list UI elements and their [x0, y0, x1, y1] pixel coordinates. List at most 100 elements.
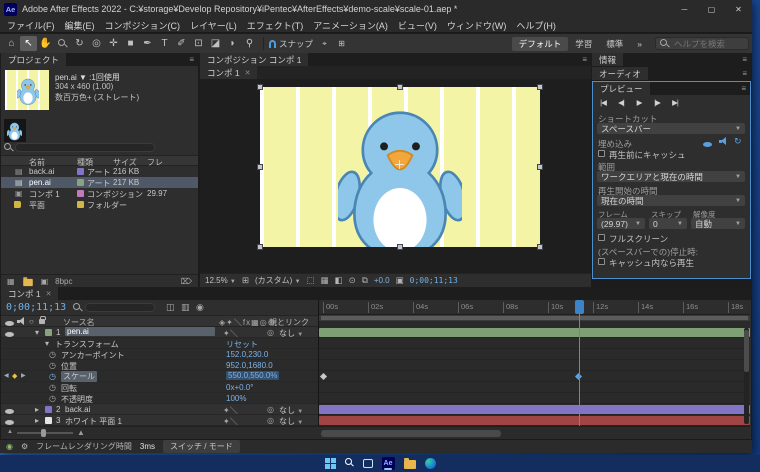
first-frame-button[interactable]: |◀ [597, 98, 609, 107]
layer-row[interactable]: ▸ 3 ホワイト 平面 1 ✦＼ ◎ なし ▼ [1, 415, 318, 426]
stopwatch-icon[interactable]: ◷ [49, 383, 56, 392]
tab-info[interactable]: 情報 [592, 53, 624, 66]
zoom-in-mountain-icon[interactable]: ▲ [77, 428, 85, 437]
shape-tool-icon[interactable]: ■ [122, 36, 139, 51]
maximize-button[interactable]: ▢ [698, 0, 725, 18]
time-ruler[interactable]: 00s 02s 04s 06s 08s 10s 12s 14s 16s 18s [319, 300, 750, 315]
label-chip[interactable] [77, 168, 84, 175]
solid-swatch[interactable] [45, 417, 52, 424]
table-row[interactable]: ▣ コンポ 1 コンポジション 29.97 [1, 188, 198, 199]
composition-viewer[interactable] [200, 79, 591, 273]
item-name[interactable]: 平面 [29, 200, 45, 211]
property-row[interactable]: ◷ 位置 952.0,1680.0 [1, 360, 318, 371]
stopwatch-icon[interactable]: ◷ [49, 372, 56, 381]
play-cached-checkbox[interactable] [598, 258, 605, 265]
property-value[interactable]: 550.0,550.0% [226, 371, 280, 380]
table-row-selected[interactable]: ▤ pen.ai アート 217 KB [1, 177, 198, 188]
type-tool-icon[interactable]: T [156, 36, 173, 51]
workspace-overflow-chevron[interactable]: » [630, 38, 649, 50]
play-button[interactable]: ▶ [633, 98, 645, 107]
property-value[interactable]: 0x+0.0° [226, 383, 253, 392]
layer-row[interactable]: ▸ 2 back.ai ✦＼ ◎ なし ▼ [1, 404, 318, 415]
viewer-timecode[interactable]: 0;00;11;13 [410, 276, 458, 285]
layer-row[interactable]: ▾ 1 pen.ai ✦＼ ◎ なし ▼ [1, 327, 318, 338]
panel-menu-icon[interactable]: ≡ [189, 55, 194, 64]
gear-icon[interactable]: ⚙ [21, 442, 28, 451]
property-row[interactable]: ◷ 回転 0x+0.0° [1, 382, 318, 393]
tab-audio[interactable]: オーディオ [592, 67, 648, 80]
property-row[interactable]: ◷ 不透明度 100% [1, 393, 318, 404]
new-composition-icon[interactable]: ▣ [41, 277, 49, 286]
property-name[interactable]: スケール [61, 371, 97, 382]
range-dropdown[interactable]: ワークエリアと現在の時間 ▼ [597, 171, 745, 182]
project-bit-depth[interactable]: 8bpc [55, 277, 72, 286]
brush-tool-icon[interactable]: ✐ [173, 36, 190, 51]
mask-visibility-icon[interactable]: ◧ [335, 275, 343, 286]
timeline-horizontal-scrollbar[interactable] [321, 430, 501, 437]
menu-layer[interactable]: レイヤー(L) [185, 19, 242, 32]
label-chip[interactable] [77, 201, 84, 208]
previous-keyframe-icon[interactable]: ◀ [4, 372, 9, 379]
layer-duration-row[interactable] [319, 404, 750, 415]
panel-menu-icon[interactable]: ≡ [742, 69, 747, 78]
pickwhip-icon[interactable]: ◎ [267, 405, 274, 414]
snap-option-icon[interactable]: ⌖ [316, 36, 333, 51]
snap-magnet-icon[interactable] [269, 39, 276, 48]
layer-bar-back[interactable] [319, 405, 750, 414]
exposure-value[interactable]: +0.0 [374, 276, 390, 285]
panel-menu-icon[interactable]: ≡ [741, 84, 746, 93]
current-time-indicator-handle[interactable] [575, 300, 584, 314]
cache-before-play-checkbox[interactable] [598, 150, 605, 157]
panel-menu-icon[interactable]: ≡ [582, 55, 587, 64]
pickwhip-icon[interactable]: ◎ [267, 416, 274, 425]
orbit-camera-tool-icon[interactable]: ◎ [88, 36, 105, 51]
timeline-vertical-scrollbar[interactable] [744, 328, 749, 424]
property-row-scale[interactable]: ◀ ◆ ▶ ◷ スケール 550.0,550.0% [1, 371, 318, 382]
tab-composition[interactable]: コンポジション コンポ 1 [200, 53, 309, 66]
help-search-input[interactable] [672, 37, 744, 50]
property-value[interactable]: 152.0,230.0 [226, 350, 268, 359]
help-search-box[interactable] [655, 37, 749, 50]
layer-bar-pen[interactable] [319, 328, 750, 337]
mini-flowchart-icon[interactable]: ◫ [166, 302, 175, 313]
skip-dropdown[interactable]: 0 ▼ [649, 218, 687, 229]
fullscreen-checkbox[interactable] [598, 234, 605, 241]
puppet-pin-tool-icon[interactable]: ⚲ [241, 36, 258, 51]
file-explorer-icon[interactable] [403, 458, 416, 469]
view-preset-dropdown[interactable]: (カスタム) ▼ [255, 275, 301, 286]
grid-options-icon[interactable]: ⊞ [242, 275, 249, 286]
current-timecode[interactable]: 0;00;11;13 [6, 302, 66, 313]
pickwhip-icon[interactable]: ◎ [267, 328, 274, 337]
rotate-tool-icon[interactable]: ↻ [71, 36, 88, 51]
label-chip[interactable] [77, 179, 84, 186]
pixel-aspect-icon[interactable]: ⧉ [362, 275, 368, 286]
workspace-tab-standard[interactable]: 標準 [599, 37, 630, 51]
expander-icon[interactable]: ▾ [35, 328, 39, 337]
menu-window[interactable]: ウィンドウ(W) [442, 19, 512, 32]
menu-animation[interactable]: アニメーション(A) [308, 19, 393, 32]
new-folder-icon[interactable] [22, 276, 33, 286]
viewer-tab-comp1[interactable]: コンポ 1 ✕ [200, 66, 258, 79]
pen-tool-icon[interactable]: ✒ [139, 36, 156, 51]
taskbar-search-icon[interactable] [344, 458, 354, 469]
label-chip[interactable] [45, 329, 52, 336]
roto-brush-tool-icon[interactable]: ◗ [224, 36, 241, 51]
menu-composition[interactable]: コンポジション(C) [100, 19, 186, 32]
zoom-slider-knob[interactable] [41, 429, 46, 437]
timeline-tab-comp1[interactable]: コンポ 1 ✕ [1, 287, 59, 300]
expander-icon[interactable]: ▾ [45, 339, 49, 348]
trash-icon[interactable]: ⌦ [181, 277, 192, 286]
play-from-dropdown[interactable]: 現在の時間 ▼ [597, 195, 745, 206]
item-name[interactable]: back.ai [29, 167, 54, 176]
start-button[interactable] [324, 458, 336, 469]
loop-icon[interactable]: ↻ [734, 136, 742, 147]
menu-effect[interactable]: エフェクト(T) [242, 19, 309, 32]
keyframe-indicator-icon[interactable]: ◆ [12, 372, 17, 380]
layer-duration-row[interactable] [319, 415, 750, 426]
close-icon[interactable]: ✕ [46, 290, 52, 298]
edge-browser-icon[interactable] [424, 458, 436, 469]
next-frame-button[interactable]: |▶ [651, 98, 663, 107]
home-icon[interactable]: ⌂ [3, 36, 20, 51]
project-search-icon[interactable] [4, 143, 13, 152]
expander-icon[interactable]: ▸ [35, 405, 39, 414]
